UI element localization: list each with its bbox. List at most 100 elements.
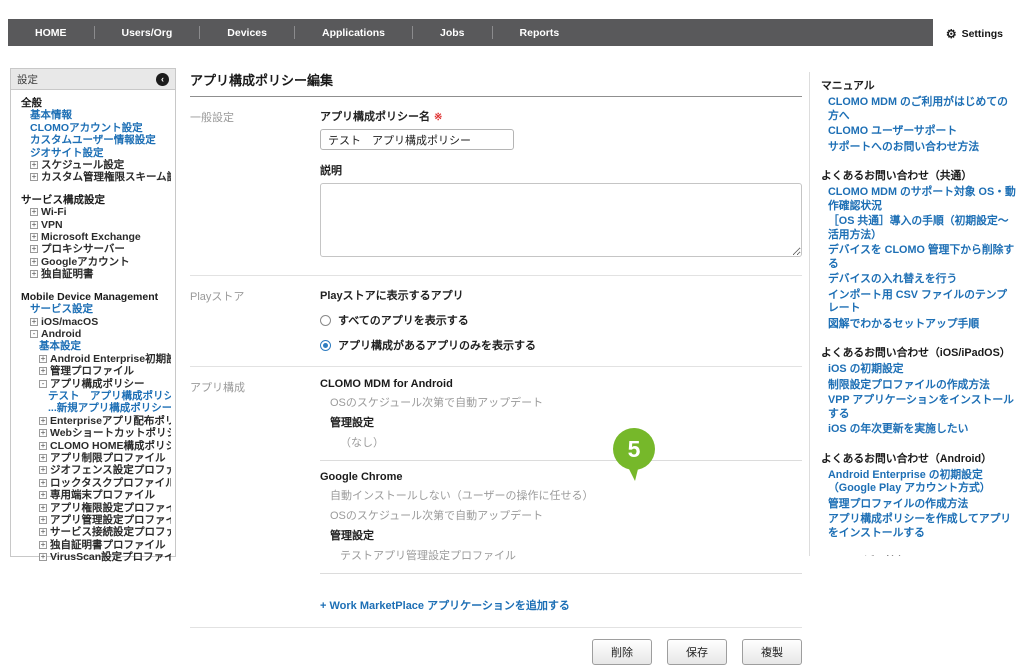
tree-node-label[interactable]: 管理プロファイル: [50, 365, 134, 377]
expand-node-icon[interactable]: +: [39, 429, 47, 437]
tree-node-label[interactable]: 独自証明書プロファイル: [50, 539, 166, 551]
collapse-node-icon[interactable]: -: [30, 330, 38, 338]
tree-link-label[interactable]: カスタムユーザー情報設定: [30, 134, 156, 146]
help-link[interactable]: iOS の年次更新を実施したい: [821, 423, 1016, 437]
help-link[interactable]: CLOMO ユーザーサポート: [821, 125, 1016, 139]
delete-button[interactable]: 削除: [592, 639, 652, 665]
expand-node-icon[interactable]: +: [39, 355, 47, 363]
help-link[interactable]: VPP アプリケーションをインストールする: [821, 394, 1016, 421]
expand-node-icon[interactable]: +: [39, 541, 47, 549]
expand-node-icon[interactable]: +: [30, 221, 38, 229]
tree-link-label[interactable]: 基本設定: [39, 340, 81, 352]
tree-node-label[interactable]: アプリ構成ポリシー: [50, 378, 145, 390]
nav-item-jobs[interactable]: Jobs: [413, 27, 492, 39]
tree-node-label[interactable]: Googleアカウント: [41, 256, 130, 268]
tree-node-label[interactable]: サービス接続設定プロファイル: [50, 526, 171, 538]
expand-node-icon[interactable]: +: [30, 233, 38, 241]
playstore-option[interactable]: アプリ構成があるアプリのみを表示する: [320, 337, 802, 353]
help-link[interactable]: CLOMO MDM のサポート対象 OS・動作確認状況: [821, 186, 1016, 213]
help-link[interactable]: Android Enterprise の初期設定（Google Play アカウ…: [821, 469, 1016, 496]
help-link[interactable]: デバイスを CLOMO 管理下から削除する: [821, 244, 1016, 271]
tree-node-label[interactable]: Enterpriseアプリ配布ポリシー: [50, 415, 171, 427]
policy-name-input[interactable]: [320, 129, 514, 150]
tree-node-label[interactable]: VPN: [41, 219, 63, 231]
tree-node-label[interactable]: カスタム管理権限スキーム設定: [41, 171, 171, 183]
help-link[interactable]: サポートへのお問い合わせ方法: [821, 141, 1016, 155]
collapse-sidebar-icon[interactable]: ‹: [156, 73, 169, 86]
tree-item: +サービス接続設定プロファイル: [15, 526, 171, 538]
tree-node-label[interactable]: Android Enterprise初期設定...: [50, 353, 171, 365]
nav-item-home[interactable]: HOME: [8, 27, 94, 39]
add-marketplace-app-link[interactable]: + Work MarketPlace アプリケーションを追加する: [320, 597, 570, 613]
tree-node-label[interactable]: Wi-Fi: [41, 206, 67, 218]
radio-selected-icon[interactable]: [320, 340, 331, 351]
tree-node-label[interactable]: Webショートカットポリシー: [50, 427, 171, 439]
tree-link-label[interactable]: CLOMOアカウント設定: [30, 122, 143, 134]
nav-item-users-org[interactable]: Users/Org: [95, 27, 200, 39]
collapse-node-icon[interactable]: -: [39, 380, 47, 388]
expand-node-icon[interactable]: +: [39, 553, 47, 561]
tree-node-label[interactable]: iOS/macOS: [41, 316, 98, 328]
tree-node-label[interactable]: プロキシサーバー: [41, 243, 125, 255]
expand-node-icon[interactable]: +: [30, 318, 38, 326]
help-link[interactable]: 管理プロファイルの作成方法: [821, 498, 1016, 512]
tree-node-label[interactable]: VirusScan設定プロファイル: [50, 551, 171, 563]
description-textarea[interactable]: [320, 183, 802, 257]
help-link[interactable]: CLOMO MDM のご利用がはじめての方へ: [821, 96, 1016, 123]
expand-node-icon[interactable]: +: [30, 270, 38, 278]
help-link[interactable]: 制限設定プロファイルの作成方法: [821, 379, 1016, 393]
expand-node-icon[interactable]: +: [39, 367, 47, 375]
expand-node-icon[interactable]: +: [39, 491, 47, 499]
expand-node-icon[interactable]: +: [39, 516, 47, 524]
tree-node-label[interactable]: アプリ制限プロファイル: [50, 452, 166, 464]
tree-node-label[interactable]: アプリ管理設定プロファイル: [50, 514, 171, 526]
expand-node-icon[interactable]: +: [30, 173, 38, 181]
nav-item-devices[interactable]: Devices: [200, 27, 294, 39]
tree-link-label[interactable]: テスト アプリ構成ポリシー: [48, 390, 171, 402]
tree-node-label[interactable]: スケジュール設定: [41, 159, 124, 171]
tree-node-label[interactable]: アプリ権限設定プロファイル: [50, 502, 171, 514]
nav-item-reports[interactable]: Reports: [493, 27, 587, 39]
tree-node-label[interactable]: 専用端末プロファイル: [50, 489, 155, 501]
tab-settings[interactable]: ⚙ Settings: [933, 19, 1016, 48]
expand-node-icon[interactable]: +: [39, 504, 47, 512]
expand-node-icon[interactable]: +: [39, 528, 47, 536]
help-link[interactable]: 図解でわかるセットアップ手順: [821, 318, 1016, 332]
app-setting-line: OSのスケジュール次第で自動アップデート: [320, 394, 802, 410]
help-link[interactable]: デバイスの入れ替えを行う: [821, 273, 1016, 287]
tree-item: +プロキシサーバー: [15, 243, 171, 255]
tree-node-label[interactable]: Microsoft Exchange: [41, 231, 141, 243]
duplicate-button[interactable]: 複製: [742, 639, 802, 665]
playstore-options: すべてのアプリを表示するアプリ構成があるアプリのみを表示する: [320, 312, 802, 353]
tree-link-label[interactable]: ジオサイト設定: [30, 147, 104, 159]
section-general-label: 一般設定: [190, 108, 320, 262]
tree-link-label[interactable]: 基本情報: [30, 109, 72, 121]
tree-item: +iOS/macOS: [15, 316, 171, 328]
tree-node-label[interactable]: CLOMO HOME構成ポリシー: [50, 440, 171, 452]
tree-item: +専用端末プロファイル: [15, 489, 171, 501]
tree-node-label[interactable]: ロックタスクプロファイル: [50, 477, 171, 489]
nav-item-applications[interactable]: Applications: [295, 27, 412, 39]
expand-node-icon[interactable]: +: [30, 161, 38, 169]
expand-node-icon[interactable]: +: [30, 208, 38, 216]
tree-link-label[interactable]: サービス設定: [30, 303, 93, 315]
expand-node-icon[interactable]: +: [39, 454, 47, 462]
tree-node-label[interactable]: ジオフェンス設定プロファイル: [50, 464, 171, 476]
tree-node-label[interactable]: 独自証明書: [41, 268, 94, 280]
expand-node-icon[interactable]: +: [39, 417, 47, 425]
help-link[interactable]: ［OS 共通］導入の手順（初期設定〜活用方法）: [821, 215, 1016, 242]
tree-node-label[interactable]: Android: [41, 328, 81, 340]
tree-link-label[interactable]: ...新規アプリ構成ポリシーを...: [48, 402, 171, 414]
expand-node-icon[interactable]: +: [39, 466, 47, 474]
help-link[interactable]: インポート用 CSV ファイルのテンプレート: [821, 289, 1016, 316]
expand-node-icon[interactable]: +: [39, 479, 47, 487]
playstore-option[interactable]: すべてのアプリを表示する: [320, 312, 802, 328]
expand-node-icon[interactable]: +: [30, 245, 38, 253]
save-button[interactable]: 保存: [667, 639, 727, 665]
expand-node-icon[interactable]: +: [39, 442, 47, 450]
expand-node-icon[interactable]: +: [30, 258, 38, 266]
radio-unselected-icon[interactable]: [320, 315, 331, 326]
help-link[interactable]: アプリ構成ポリシーを作成してアプリをインストールする: [821, 513, 1016, 540]
help-section: マニュアルCLOMO MDM のご利用がはじめての方へCLOMO ユーザーサポー…: [821, 77, 1016, 154]
help-link[interactable]: iOS の初期設定: [821, 363, 1016, 377]
